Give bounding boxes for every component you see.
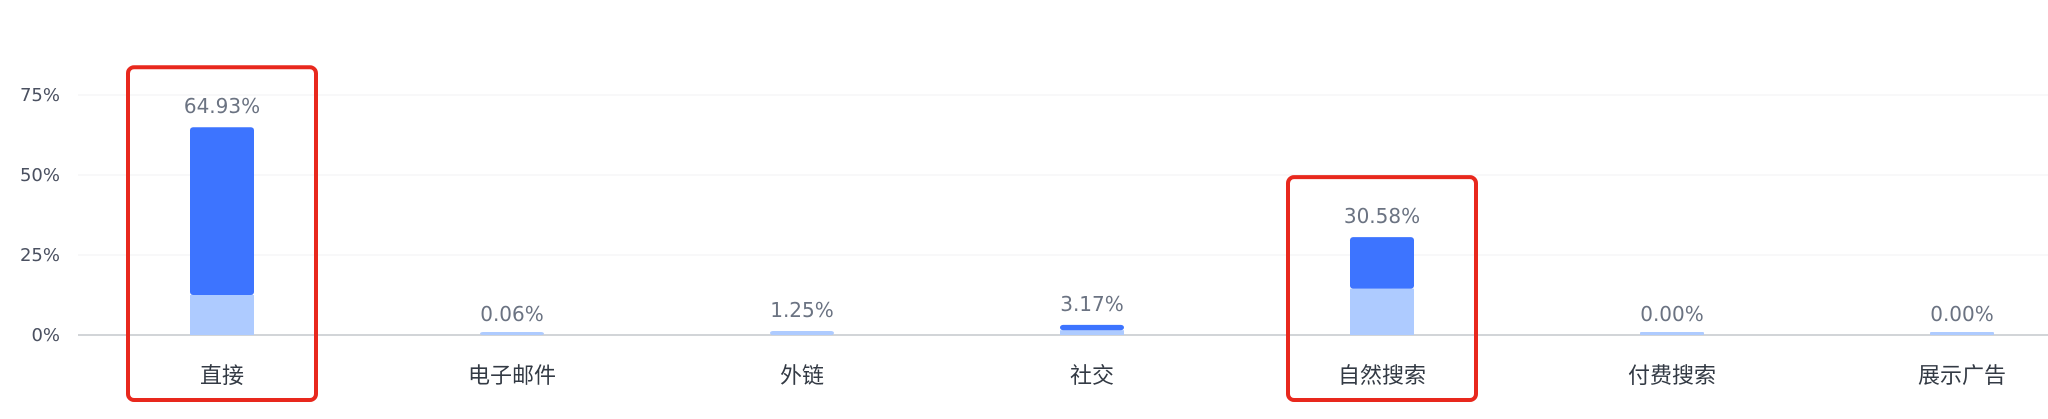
labels: 64.93% 直接 0.06% 电子邮件 1.25% 外链 3.17% 社交 30.58% 自然搜…	[184, 94, 2006, 389]
data-label: 0.00%	[1640, 302, 1704, 326]
bar-segment	[1640, 332, 1704, 335]
bar-segment	[190, 127, 254, 295]
bar-segment	[1350, 237, 1414, 289]
bar-segment	[1350, 288, 1414, 335]
bar-segment	[1930, 332, 1994, 335]
data-label: 64.93%	[184, 94, 260, 118]
y-tick-label: 75%	[20, 85, 60, 106]
x-tick-label: 社交	[1070, 364, 1114, 389]
x-tick-label: 直接	[200, 364, 244, 389]
data-label: 3.17%	[1060, 292, 1124, 316]
data-label: 0.00%	[1930, 302, 1994, 326]
x-tick-label: 外链	[780, 364, 824, 389]
x-tick-label: 付费搜索	[1628, 364, 1716, 389]
traffic-source-bar-chart: 0% 25% 50% 75% 64.93% 直接 0.06% 电子邮件 1.25% 外链 3.17…	[20, 65, 2048, 402]
data-label: 1.25%	[770, 298, 834, 322]
bar-segment	[1060, 324, 1124, 331]
data-label: 0.06%	[480, 302, 544, 326]
x-tick-label: 电子邮件	[468, 364, 556, 389]
y-tick-label: 25%	[20, 245, 60, 266]
y-axis-ticks: 0% 25% 50% 75%	[20, 85, 60, 346]
highlight-boxes	[126, 65, 1478, 402]
x-tick-label: 自然搜索	[1338, 364, 1426, 389]
y-tick-label: 50%	[20, 165, 60, 186]
data-label: 30.58%	[1344, 204, 1420, 228]
y-tick-label: 0%	[31, 325, 60, 346]
bar-segment	[480, 332, 544, 335]
bar-segment	[770, 331, 834, 335]
bar-segment	[190, 295, 254, 335]
x-tick-label: 展示广告	[1918, 364, 2006, 389]
bar-segment	[1060, 330, 1124, 335]
